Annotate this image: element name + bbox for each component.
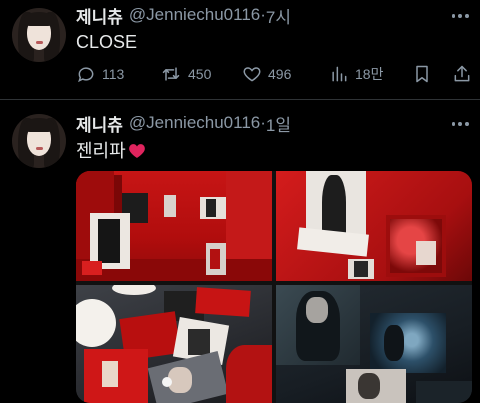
tweet-text: 젠리파 — [76, 141, 126, 161]
reply-button[interactable]: 113 — [76, 62, 124, 86]
tweet-text-row: 젠리파 — [76, 137, 146, 163]
user-handle[interactable]: @Jenniechu0116 — [129, 5, 260, 25]
heart-icon — [243, 67, 261, 82]
media-photo-3[interactable] — [76, 285, 272, 403]
share-button[interactable] — [452, 62, 472, 86]
tweet-2[interactable]: 제니츄 @Jenniechu0116 · 1일 젠리파 — [0, 104, 480, 403]
tweet-header: 제니츄 @Jenniechu0116 · 7시 — [76, 3, 291, 28]
bookmark-icon — [416, 65, 428, 83]
reply-count: 113 — [102, 66, 125, 82]
avatar[interactable] — [12, 8, 66, 62]
tweet-text: CLOSE — [76, 32, 138, 52]
bookmark-button[interactable] — [412, 62, 432, 86]
views-icon — [332, 66, 347, 82]
action-bar: 113 450 496 18만 — [76, 62, 476, 86]
views-button[interactable]: 18만 — [329, 62, 383, 86]
media-photo-4[interactable] — [276, 285, 472, 403]
display-name[interactable]: 제니츄 — [76, 111, 123, 136]
reply-icon — [78, 67, 94, 83]
like-count: 496 — [268, 66, 292, 82]
retweet-count: 450 — [188, 66, 212, 82]
user-handle[interactable]: @Jenniechu0116 — [129, 113, 260, 133]
tweet-header: 제니츄 @Jenniechu0116 · 1일 — [76, 111, 291, 136]
retweet-button[interactable]: 450 — [160, 62, 211, 86]
more-icon[interactable] — [450, 6, 470, 26]
red-heart-emoji — [128, 143, 145, 158]
tweet-divider — [0, 99, 480, 100]
timestamp[interactable]: 7시 — [266, 3, 291, 28]
media-grid — [76, 171, 472, 403]
media-photo-2[interactable] — [276, 171, 472, 281]
views-count: 18만 — [355, 66, 384, 82]
avatar[interactable] — [12, 114, 66, 168]
display-name[interactable]: 제니츄 — [76, 3, 123, 28]
timestamp[interactable]: 1일 — [266, 111, 291, 136]
like-button[interactable]: 496 — [242, 62, 291, 86]
retweet-icon — [162, 67, 180, 81]
media-photo-1[interactable] — [76, 171, 272, 281]
tweet-1[interactable]: 제니츄 @Jenniechu0116 · 7시 CLOSE 113 450 49… — [0, 0, 480, 99]
more-icon[interactable] — [450, 114, 470, 134]
share-icon — [454, 65, 470, 82]
